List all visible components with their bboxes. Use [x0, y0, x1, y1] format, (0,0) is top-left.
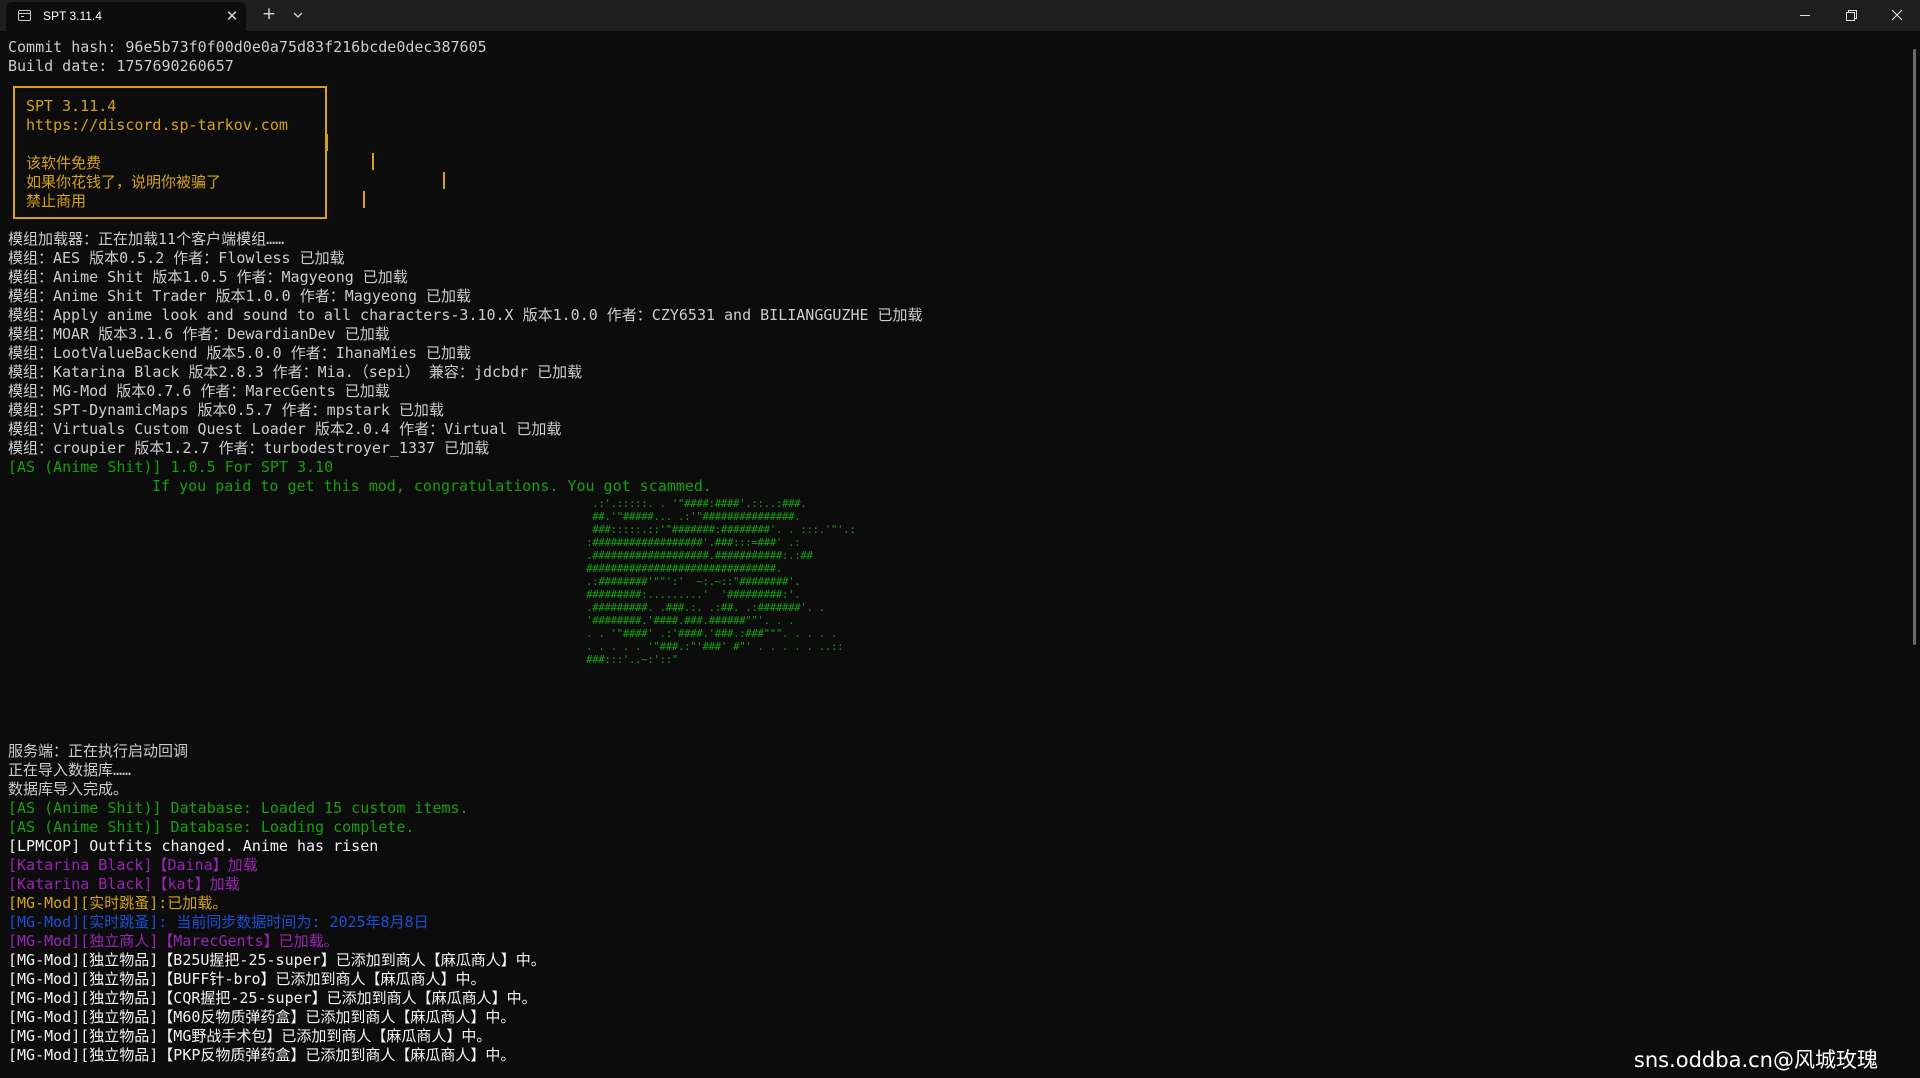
banner-border-fragment: [372, 153, 374, 170]
mg-merchant-loaded-line: [MG-Mod][独立商人]【MarecGents】已加载。: [8, 932, 339, 950]
tab-title: SPT 3.11.4: [43, 9, 102, 23]
commit-hash-line: Commit hash: 96e5b73f0f00d0e0a75d83f216b…: [8, 38, 487, 56]
mod-line: 模组：Anime Shit Trader 版本1.0.0 作者：Magyeong…: [8, 287, 472, 305]
mod-loader-line: 模组加载器：正在加载11个客户端模组……: [8, 230, 285, 248]
scrollbar[interactable]: [1913, 49, 1916, 645]
as-db-complete-line: [AS (Anime Shit)] Database: Loading comp…: [8, 818, 415, 836]
tab-spt[interactable]: SPT 3.11.4 ✕: [6, 2, 246, 31]
ascii-art-line: . . . . . '"###.:"'###' #"' . . . . . ..…: [586, 640, 844, 653]
close-icon[interactable]: ✕: [223, 6, 241, 26]
mg-item-line: [MG-Mod][独立物品]【MG野战手术包】已添加到商人【麻瓜商人】中。: [8, 1027, 492, 1045]
mg-item-line: [MG-Mod][独立物品]【BUFF针-bro】已添加到商人【麻瓜商人】中。: [8, 970, 486, 988]
mod-line: 模组：croupier 版本1.2.7 作者：turbodestroyer_13…: [8, 439, 490, 457]
anime-shit-scam-line: If you paid to get this mod, congratulat…: [152, 477, 712, 495]
terminal-icon: [18, 10, 31, 21]
mod-line: 模组：Anime Shit 版本1.0.5 作者：Magyeong 已加载: [8, 268, 408, 286]
ascii-art-line: :##################'.###:::=###' .:: [586, 536, 801, 549]
plus-icon[interactable]: +: [259, 3, 279, 25]
mg-realtime-loaded-line: [MG-Mod][实时跳蚤]:已加载。: [8, 894, 228, 912]
mg-item-line: [MG-Mod][独立物品]【B25U握把-25-super】已添加到商人【麻瓜…: [8, 951, 546, 969]
mod-line: 模组：Katarina Black 版本2.8.3 作者：Mia.（sepi） …: [8, 363, 583, 381]
mod-line: 模组：MOAR 版本3.1.6 作者：DewardianDev 已加载: [8, 325, 390, 343]
katarina-daina-line: [Katarina Black]【Daina】加载: [8, 856, 258, 874]
banner-url: https://discord.sp-tarkov.com: [26, 116, 288, 134]
db-importing-line: 正在导入数据库……: [8, 761, 132, 779]
katarina-kat-line: [Katarina Black]【kat】加载: [8, 875, 240, 893]
ascii-art: .:'.:::::. . '"####:####'.::..:###. ##.'…: [586, 497, 856, 666]
ascii-art-line: ###############################.: [586, 562, 782, 575]
ascii-art-line: ##.'"#####... .:'"###############.: [586, 510, 801, 523]
mg-item-line: [MG-Mod][独立物品]【M60反物质弹药盒】已添加到商人【麻瓜商人】中。: [8, 1008, 516, 1026]
banner-border-fragment: [363, 191, 365, 208]
chevron-down-icon[interactable]: [289, 5, 307, 25]
ascii-art-line: .:########'""':' ~:.~::"########'.: [586, 575, 801, 588]
mod-line: 模组：LootValueBackend 版本5.0.0 作者：IhanaMies…: [8, 344, 472, 362]
banner-no-commercial: 禁止商用: [26, 192, 87, 210]
mg-item-line: [MG-Mod][独立物品]【PKP反物质弹药盒】已添加到商人【麻瓜商人】中。: [8, 1046, 516, 1064]
mg-realtime-sync-line: [MG-Mod][实时跳蚤]: 当前同步数据时间为: 2025年8月8日: [8, 913, 429, 931]
mod-line: 模组：MG-Mod 版本0.7.6 作者：MarecGents 已加载: [8, 382, 390, 400]
ascii-art-line: ###:::::.::'"#######:########'. . :::.'"…: [586, 523, 856, 536]
build-date-line: Build date: 1757690260657: [8, 57, 234, 75]
anime-shit-version-line: [AS (Anime Shit)] 1.0.5 For SPT 3.10: [8, 458, 334, 476]
terminal-output[interactable]: Commit hash: 96e5b73f0f00d0e0a75d83f216b…: [0, 31, 1920, 1078]
ascii-art-line: .###################.###########:.:##: [586, 549, 813, 562]
mod-line: 模组：Virtuals Custom Quest Loader 版本2.0.4 …: [8, 420, 562, 438]
banner-border-fragment: [326, 134, 328, 151]
db-imported-line: 数据库导入完成。: [8, 780, 129, 798]
watermark: sns.oddba.cn@风城玫瑰: [1633, 1048, 1878, 1072]
close-window-icon[interactable]: [1874, 0, 1920, 31]
as-db-loaded-line: [AS (Anime Shit)] Database: Loaded 15 cu…: [8, 799, 469, 817]
lpmcop-line: [LPMCOP] Outfits changed. Anime has rise…: [8, 837, 379, 855]
mod-line: 模组：AES 版本0.5.2 作者：Flowless 已加载: [8, 249, 345, 267]
banner-version: SPT 3.11.4: [26, 97, 117, 115]
title-bar: SPT 3.11.4 ✕ +: [0, 0, 1920, 31]
banner-border-fragment: [443, 172, 445, 189]
ascii-art-line: #########:.........' '#########:'.: [586, 588, 801, 601]
mod-line: 模组：SPT-DynamicMaps 版本0.5.7 作者：mpstark 已加…: [8, 401, 444, 419]
mod-line: 模组：Apply anime look and sound to all cha…: [8, 306, 923, 324]
ascii-art-line: ###:::'..~:'::": [586, 653, 678, 666]
banner-free: 该软件免费: [26, 154, 102, 172]
ascii-art-line: .#########. .###.:. .:##. .:#######'. .: [586, 601, 825, 614]
server-callbacks-line: 服务端：正在执行启动回调: [8, 742, 189, 760]
ascii-art-line: . . '"####' .:'####.'###.:###""". . . . …: [586, 627, 838, 640]
ascii-art-line: '########.'####.###.######""'. . .: [586, 614, 795, 627]
mg-item-line: [MG-Mod][独立物品]【CQR握把-25-super】已添加到商人【麻瓜商…: [8, 989, 537, 1007]
banner-scam: 如果你花钱了，说明你被骗了: [26, 173, 222, 191]
minimize-icon[interactable]: [1782, 0, 1828, 31]
ascii-art-line: .:'.:::::. . '"####:####'.::..:###.: [586, 497, 807, 510]
restore-icon[interactable]: [1828, 0, 1874, 31]
